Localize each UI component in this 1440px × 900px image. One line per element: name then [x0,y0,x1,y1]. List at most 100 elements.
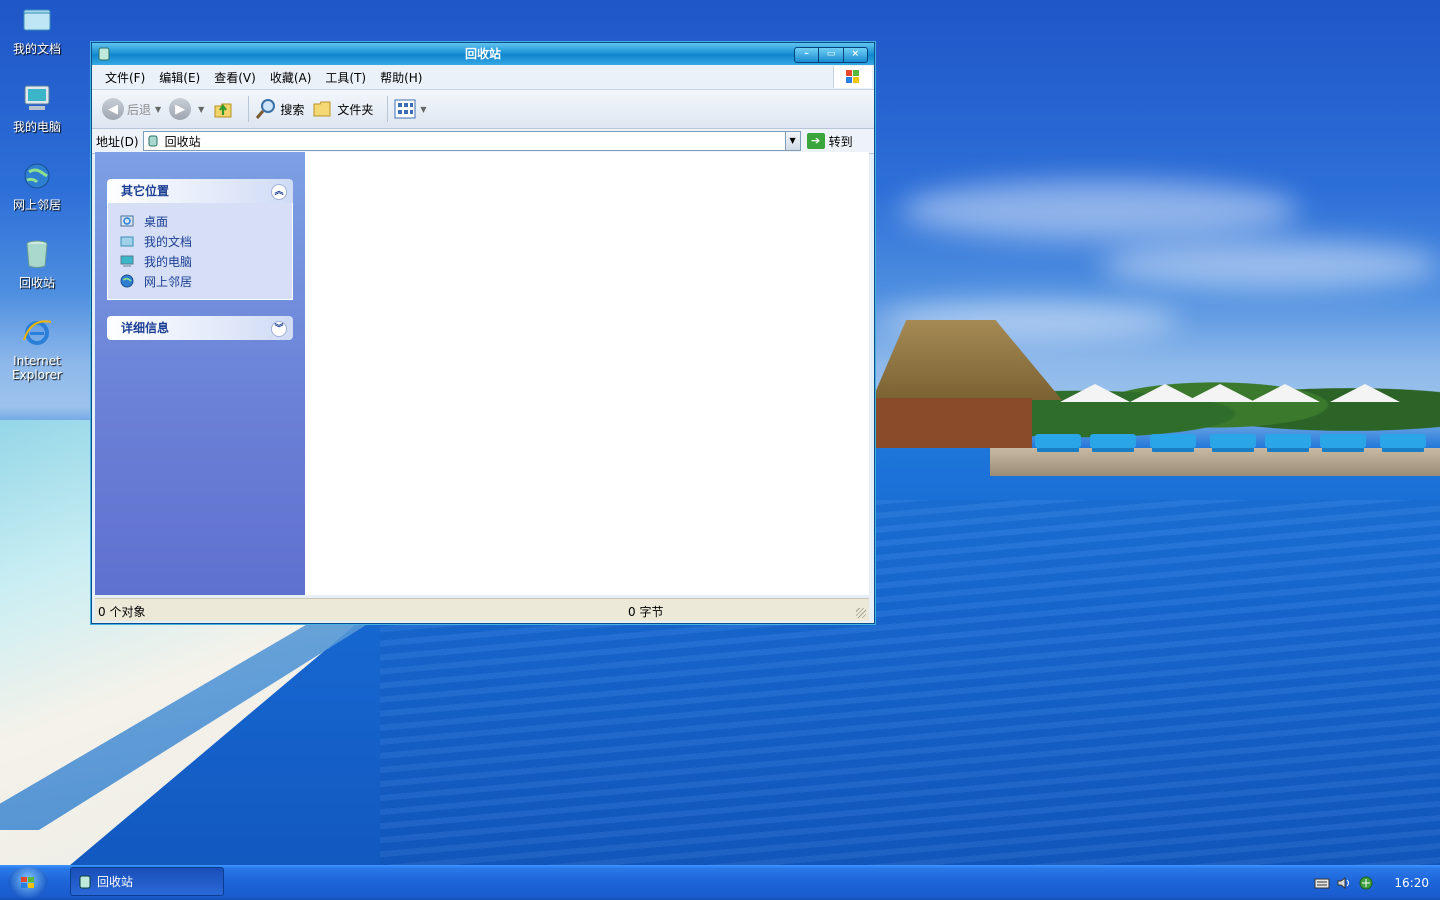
wallpaper-lounger [1090,434,1136,448]
up-folder-button[interactable] [212,98,234,120]
link-my-computer[interactable]: 我的电脑 [120,251,292,271]
expand-chevron-icon[interactable]: ︾ [271,321,287,337]
resize-grip[interactable] [856,608,866,618]
search-label: 搜索 [280,102,305,117]
desktop-icon-recycle-bin[interactable]: 回收站 [4,238,70,290]
search-button[interactable]: 搜索 [255,98,304,120]
wallpaper-lounger [1380,434,1426,448]
link-network[interactable]: 网上邻居 [120,271,292,291]
link-my-documents[interactable]: 我的文档 [120,231,292,251]
status-object-count: 0 个对象 [98,605,146,619]
window-titlebar[interactable]: 回收站 – ▭ × [92,43,874,65]
address-value: 回收站 [164,134,201,149]
go-arrow-icon: ➔ [806,133,825,149]
address-label: 地址(D) [96,134,139,149]
menu-edit[interactable]: 编辑(E) [152,69,207,86]
address-input[interactable]: 回收站 ▼ [142,131,801,151]
forward-arrow-icon: ▶ [169,98,192,120]
network-status-icon[interactable] [1358,876,1374,890]
task-pane: 其它位置 ︽ 桌面 我的文档 我的电脑 网上邻居 详细信息 ︾ [95,152,305,595]
menu-help[interactable]: 帮助(H) [373,69,429,86]
minimize-button[interactable]: – [795,48,820,62]
wallpaper-lounger [1150,434,1196,448]
recycle-bin-icon [148,135,158,147]
link-desktop[interactable]: 桌面 [120,211,292,231]
computer-icon [120,255,134,267]
status-bar: 0 个对象 0 字节 [95,598,869,621]
wallpaper-hut [872,320,1062,450]
forward-dropdown-icon[interactable]: ▼ [198,105,204,114]
address-bar: 地址(D) 回收站 ▼ ➔ 转到 [92,129,874,154]
back-button[interactable]: ◀ 后退 ▼ [102,98,161,120]
details-panel: 详细信息 ︾ [107,316,293,340]
menu-favorites[interactable]: 收藏(A) [263,69,319,86]
file-list-area[interactable] [305,152,869,595]
toolbar-separator [387,96,389,122]
collapse-chevron-icon[interactable]: ︽ [271,184,287,200]
keyboard-icon[interactable] [1314,876,1330,890]
windows-logo-icon [833,66,872,88]
forward-button[interactable]: ▶ ▼ [169,98,204,120]
link-label: 我的文档 [144,234,193,249]
view-grid-icon [394,99,416,119]
details-header[interactable]: 详细信息 ︾ [107,316,293,340]
desktop-icon-label: 我的文档 [12,42,61,56]
recycle-bin-icon [98,47,110,61]
desktop-icon-internet-explorer[interactable]: Internet Explorer [4,316,70,382]
back-dropdown-icon[interactable]: ▼ [155,105,161,114]
close-button[interactable]: × [844,48,867,62]
views-dropdown-icon[interactable]: ▼ [420,105,426,114]
menu-view[interactable]: 查看(V) [207,69,263,86]
desktop-icon-label-line1: Internet [13,354,61,368]
link-label: 我的电脑 [144,254,193,269]
views-button[interactable]: ▼ [394,99,427,119]
desktop-icon-label: 我的电脑 [12,120,61,134]
system-tray: 16:20 [1310,865,1440,900]
desktop-icon-network[interactable]: 网上邻居 [4,160,70,212]
toolbar-separator [248,96,250,122]
wallpaper-cloud [900,180,1300,240]
folders-button[interactable]: 文件夹 [312,98,373,120]
details-title: 详细信息 [121,321,170,335]
link-label: 桌面 [144,214,169,229]
taskbar-item-recycle-bin[interactable]: 回收站 [70,867,224,896]
toolbar: ◀ 后退 ▼ ▶ ▼ 搜索 文件夹 ▼ [92,90,874,129]
other-places-title: 其它位置 [121,184,170,198]
address-dropdown-button[interactable]: ▼ [784,132,800,150]
wallpaper-lounger [1035,434,1081,448]
clock[interactable]: 16:20 [1394,876,1429,890]
windows-logo-icon [21,877,34,888]
wallpaper-cloud [1100,240,1440,290]
maximize-button[interactable]: ▭ [819,48,844,62]
other-places-header[interactable]: 其它位置 ︽ [107,179,293,203]
explorer-window[interactable]: 回收站 – ▭ × 文件(F) 编辑(E) 查看(V) 收藏(A) 工具(T) … [91,42,875,624]
desktop-icon [120,215,134,227]
link-label: 网上邻居 [144,274,193,289]
window-controls: – ▭ × [794,47,868,63]
desktop-icon-label: 网上邻居 [12,198,61,212]
desktop-icon-my-computer[interactable]: 我的电脑 [4,82,70,134]
window-title: 回收站 [464,47,501,61]
computer-icon [24,85,50,110]
folders-label: 文件夹 [337,102,374,117]
menu-file[interactable]: 文件(F) [98,69,152,86]
desktop-icon-label: 回收站 [18,276,55,290]
taskbar-item-label: 回收站 [97,875,134,889]
speaker-icon[interactable] [1336,876,1352,890]
back-label: 后退 [127,102,152,117]
wallpaper-deck [990,448,1440,476]
start-button[interactable] [8,867,48,898]
network-icon [120,274,134,288]
desktop-icon-label-line2: Explorer [12,368,62,382]
network-icon [24,163,50,189]
menu-tools[interactable]: 工具(T) [318,69,373,86]
desktop-icon-my-documents[interactable]: 我的文档 [4,4,70,56]
status-size: 0 字节 [628,605,664,619]
folder-icon [313,101,331,117]
wallpaper-lounger [1320,434,1366,448]
wallpaper-lounger [1210,434,1256,448]
taskbar: 回收站 16:20 [0,865,1440,900]
recycle-bin-icon [26,240,48,268]
menu-bar: 文件(F) 编辑(E) 查看(V) 收藏(A) 工具(T) 帮助(H) [92,65,874,90]
go-button[interactable]: ➔ 转到 [806,133,853,150]
